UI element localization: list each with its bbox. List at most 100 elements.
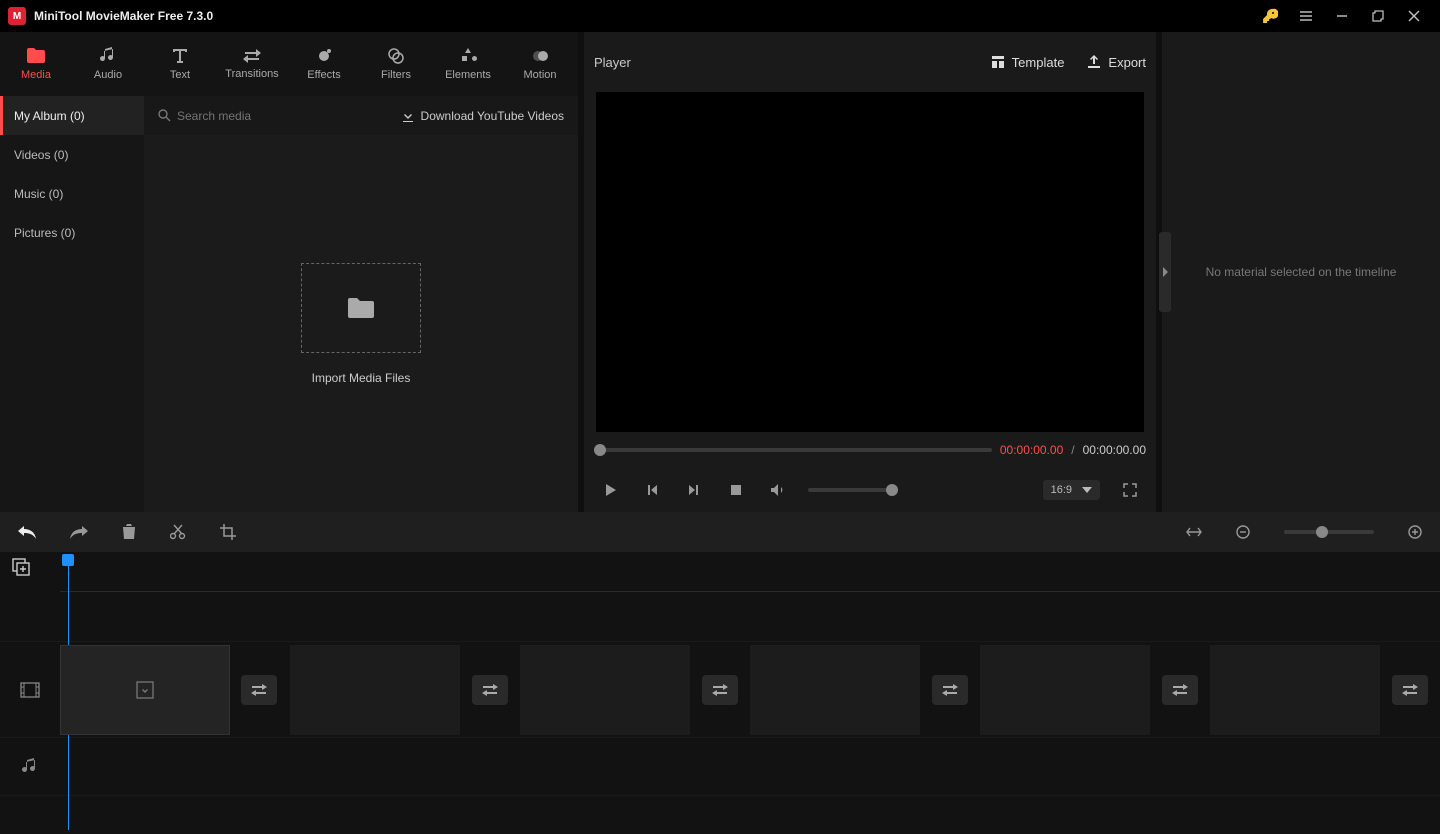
volume-slider[interactable] [808,488,898,492]
timeline-ruler[interactable] [60,552,1440,592]
crop-button[interactable] [220,524,236,540]
import-label: Import Media Files [312,371,411,385]
video-track[interactable] [0,642,1440,738]
tab-media[interactable]: Media [0,32,72,96]
add-track-button[interactable] [12,558,30,576]
tab-label: Filters [381,69,411,81]
tab-filters[interactable]: Filters [360,32,432,96]
tab-elements[interactable]: Elements [432,32,504,96]
audio-track-icon [0,758,60,776]
album-label: Videos (0) [14,148,68,162]
overlay-track[interactable] [0,592,1440,642]
album-videos[interactable]: Videos (0) [0,135,144,174]
clip-slot[interactable] [60,645,230,735]
close-button[interactable] [1396,0,1432,32]
tab-label: Media [21,69,51,81]
download-youtube-link[interactable]: Download YouTube Videos [401,109,564,123]
player-panel: Player Template Export 00:00:00.00 / [584,32,1156,512]
redo-button[interactable] [70,525,88,539]
folder-open-icon [346,295,376,321]
minimize-button[interactable] [1324,0,1360,32]
motion-icon [531,47,549,65]
progress-thumb[interactable] [594,444,606,456]
fullscreen-button[interactable] [1118,478,1142,502]
menu-icon[interactable] [1288,0,1324,32]
inspector-empty-message: No material selected on the timeline [1206,265,1397,279]
export-button[interactable]: Export [1086,54,1146,70]
tab-label: Audio [94,69,122,81]
stop-button[interactable] [724,478,748,502]
album-label: Pictures (0) [14,226,75,240]
split-button[interactable] [170,524,186,540]
tab-motion[interactable]: Motion [504,32,576,96]
audio-track[interactable] [0,738,1440,796]
tab-effects[interactable]: Effects [288,32,360,96]
tab-audio[interactable]: Audio [72,32,144,96]
time-separator: / [1071,443,1074,457]
search-icon [158,109,171,122]
play-button[interactable] [598,478,622,502]
tab-label: Transitions [225,68,278,80]
inspector-collapse-handle[interactable] [1159,232,1171,312]
tab-label: Elements [445,69,491,81]
clip-slot[interactable] [750,645,920,735]
app-title: MiniTool MovieMaker Free 7.3.0 [34,9,213,23]
maximize-button[interactable] [1360,0,1396,32]
clip-slot[interactable] [1210,645,1380,735]
timeline-toolbar [0,512,1440,552]
transition-slot[interactable] [241,675,277,705]
import-media-button[interactable] [301,263,421,353]
clip-slot[interactable] [290,645,460,735]
volume-thumb[interactable] [886,484,898,496]
app-logo: M [8,7,26,25]
tab-label: Motion [523,69,556,81]
download-link-label: Download YouTube Videos [421,109,564,123]
zoom-in-button[interactable] [1408,525,1422,539]
aspect-ratio-value: 16:9 [1051,484,1072,496]
album-list: My Album (0) Videos (0) Music (0) Pictur… [0,96,144,512]
tab-label: Effects [307,69,340,81]
player-title: Player [594,55,631,70]
download-icon [401,109,415,123]
template-button[interactable]: Template [990,54,1065,70]
prev-frame-button[interactable] [640,478,664,502]
clip-slot[interactable] [980,645,1150,735]
time-total: 00:00:00.00 [1083,443,1146,457]
transition-slot[interactable] [472,675,508,705]
transition-slot[interactable] [702,675,738,705]
video-track-icon [0,682,60,698]
search-input[interactable] [177,109,317,123]
search-field[interactable] [158,109,317,123]
undo-button[interactable] [18,525,36,539]
aspect-ratio-select[interactable]: 16:9 [1043,480,1100,500]
album-pictures[interactable]: Pictures (0) [0,213,144,252]
video-preview[interactable] [596,92,1144,432]
clip-slot[interactable] [520,645,690,735]
volume-button[interactable] [766,478,790,502]
export-label: Export [1108,55,1146,70]
license-key-icon[interactable] [1252,0,1288,32]
tab-label: Text [170,69,190,81]
zoom-out-button[interactable] [1236,525,1250,539]
zoom-slider[interactable] [1284,530,1374,534]
progress-slider[interactable] [594,448,992,452]
delete-button[interactable] [122,524,136,540]
transition-slot[interactable] [1392,675,1428,705]
auto-fit-button[interactable] [1186,525,1202,539]
time-current: 00:00:00.00 [1000,443,1063,457]
album-label: My Album (0) [14,109,85,123]
tab-text[interactable]: Text [144,32,216,96]
transition-slot[interactable] [1162,675,1198,705]
album-music[interactable]: Music (0) [0,174,144,213]
folder-icon [26,47,46,65]
sparkle-icon [315,47,333,65]
tab-transitions[interactable]: Transitions [216,32,288,96]
timeline[interactable] [0,552,1440,834]
chevron-down-icon [1082,487,1092,493]
transition-slot[interactable] [932,675,968,705]
template-label: Template [1012,55,1065,70]
album-my-album[interactable]: My Album (0) [0,96,144,135]
main-tab-strip: Media Audio Text Transitions [0,32,578,96]
next-frame-button[interactable] [682,478,706,502]
zoom-thumb[interactable] [1316,526,1328,538]
